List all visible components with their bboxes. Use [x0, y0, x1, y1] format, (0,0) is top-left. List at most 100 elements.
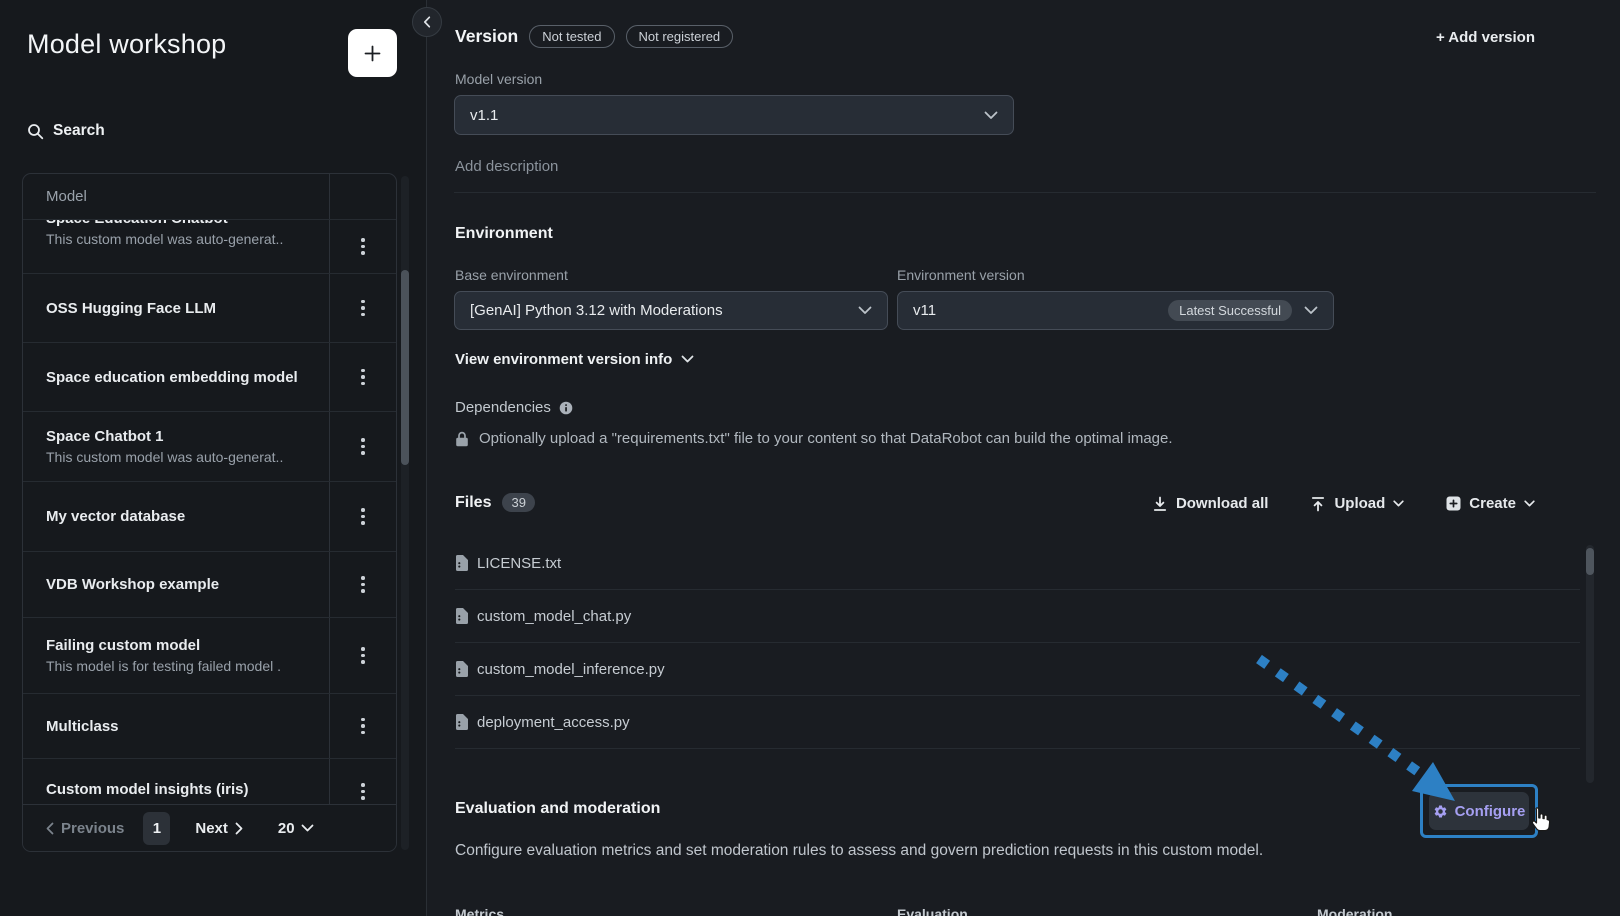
row-menu-button[interactable]: [329, 618, 396, 693]
environment-version-label: Environment version: [897, 267, 1025, 283]
environment-title: Environment: [455, 225, 553, 243]
files-title: Files: [455, 494, 491, 512]
annotation-highlight-box: Configure: [1420, 784, 1538, 838]
version-title: Version: [455, 26, 518, 47]
sidebar: Model workshop Search Model Space Educat…: [0, 0, 427, 916]
table-header-row: Model: [23, 174, 396, 219]
table-row[interactable]: Space Education Chatbot This custom mode…: [23, 219, 396, 273]
download-all-label: Download all: [1176, 495, 1269, 512]
base-environment-select[interactable]: [GenAI] Python 3.12 with Moderations: [454, 291, 888, 330]
configure-label: Configure: [1455, 803, 1526, 820]
collapse-sidebar-button[interactable]: [412, 7, 442, 37]
table-row[interactable]: Space Chatbot 1 This custom model was au…: [23, 411, 396, 481]
upload-button[interactable]: Upload: [1310, 495, 1404, 512]
create-button[interactable]: Create: [1446, 495, 1535, 512]
next-label: Next: [195, 820, 228, 837]
table-row[interactable]: Multiclass: [23, 693, 396, 758]
file-row[interactable]: custom_model_inference.py: [455, 643, 1580, 696]
page-size-select[interactable]: 20: [278, 820, 314, 837]
add-version-button[interactable]: + Add version: [1436, 29, 1535, 46]
chevron-down-icon: [984, 111, 998, 120]
info-icon[interactable]: [559, 401, 573, 415]
add-description-button[interactable]: Add description: [455, 158, 558, 175]
model-description: This model is for testing failed model .: [46, 658, 329, 674]
configure-button[interactable]: Configure: [1429, 792, 1529, 830]
sidebar-scrollbar[interactable]: [401, 176, 409, 850]
upload-icon: [1310, 496, 1326, 512]
model-name: Space Education Chatbot: [46, 219, 329, 227]
search-icon: [27, 123, 44, 140]
files-scrollbar-thumb[interactable]: [1586, 548, 1594, 575]
table-row[interactable]: Space education embedding model: [23, 342, 396, 411]
model-name: Space Chatbot 1: [46, 428, 329, 445]
upload-label: Upload: [1334, 495, 1385, 512]
file-icon: [455, 608, 468, 624]
chevron-down-icon: [1393, 500, 1404, 508]
model-name: Multiclass: [46, 718, 329, 735]
file-row[interactable]: custom_model_chat.py: [455, 590, 1580, 643]
chevron-down-icon: [1304, 306, 1318, 315]
not-tested-badge: Not tested: [529, 25, 614, 48]
gear-icon: [1433, 804, 1448, 819]
files-scrollbar[interactable]: [1586, 545, 1594, 783]
files-count-badge: 39: [502, 493, 534, 512]
file-row[interactable]: deployment_access.py: [455, 696, 1580, 749]
section-divider: [454, 192, 1596, 193]
not-registered-badge: Not registered: [626, 25, 734, 48]
chevron-down-icon: [858, 306, 872, 315]
row-menu-button[interactable]: [329, 343, 396, 411]
model-table: Model Space Education Chatbot This custo…: [22, 173, 397, 852]
app-root: Model workshop Search Model Space Educat…: [0, 0, 1620, 916]
file-name: custom_model_chat.py: [477, 608, 631, 625]
model-version-value: v1.1: [470, 107, 498, 124]
table-row[interactable]: OSS Hugging Face LLM: [23, 273, 396, 342]
table-row[interactable]: VDB Workshop example: [23, 551, 396, 617]
previous-page-button[interactable]: Previous: [46, 820, 124, 837]
evaluation-title: Evaluation and moderation: [455, 800, 660, 818]
add-model-button[interactable]: [348, 29, 397, 77]
kebab-icon: [361, 508, 365, 525]
create-label: Create: [1469, 495, 1516, 512]
model-name: VDB Workshop example: [46, 576, 329, 593]
model-name: Failing custom model: [46, 637, 329, 654]
file-name: LICENSE.txt: [477, 555, 561, 572]
file-icon: [455, 555, 468, 571]
file-list: LICENSE.txt custom_model_chat.py custom_…: [455, 537, 1580, 749]
row-menu-button[interactable]: [329, 274, 396, 342]
search-button[interactable]: Search: [27, 122, 105, 140]
kebab-icon: [361, 576, 365, 593]
view-environment-info-toggle[interactable]: View environment version info: [455, 351, 694, 368]
next-page-button[interactable]: Next: [195, 820, 243, 837]
environment-version-select[interactable]: v11 Latest Successful: [897, 291, 1334, 330]
sidebar-scrollbar-thumb[interactable]: [401, 270, 409, 465]
create-icon: [1446, 496, 1461, 511]
row-menu-button[interactable]: [329, 220, 396, 273]
dependencies-label: Dependencies: [455, 399, 551, 416]
download-icon: [1152, 496, 1168, 512]
kebab-icon: [361, 238, 365, 255]
table-row[interactable]: Failing custom model This model is for t…: [23, 617, 396, 693]
metrics-label: Metrics: [455, 906, 504, 916]
row-menu-button[interactable]: [329, 482, 396, 551]
model-version-select[interactable]: v1.1: [454, 95, 1014, 135]
files-actions: Download all Upload Create: [1152, 495, 1535, 512]
file-name: deployment_access.py: [477, 714, 630, 731]
row-menu-button[interactable]: [329, 412, 396, 481]
base-environment-label: Base environment: [455, 267, 568, 283]
page-number-button[interactable]: 1: [143, 812, 170, 845]
row-menu-button[interactable]: [329, 694, 396, 758]
model-name: My vector database: [46, 508, 329, 525]
page-title: Model workshop: [27, 29, 226, 60]
pagination: Previous 1 Next 20: [23, 804, 396, 851]
table-row[interactable]: My vector database: [23, 481, 396, 551]
dependencies-note-text: Optionally upload a "requirements.txt" f…: [479, 430, 1173, 447]
file-row[interactable]: LICENSE.txt: [455, 537, 1580, 590]
download-all-button[interactable]: Download all: [1152, 495, 1269, 512]
chevron-down-icon: [1524, 500, 1535, 508]
row-menu-button[interactable]: [329, 552, 396, 617]
base-environment-value: [GenAI] Python 3.12 with Moderations: [470, 302, 723, 319]
kebab-icon: [361, 718, 365, 735]
page-size-value: 20: [278, 820, 295, 837]
dependencies-row: Dependencies: [455, 399, 573, 416]
dependencies-note: Optionally upload a "requirements.txt" f…: [455, 430, 1173, 447]
